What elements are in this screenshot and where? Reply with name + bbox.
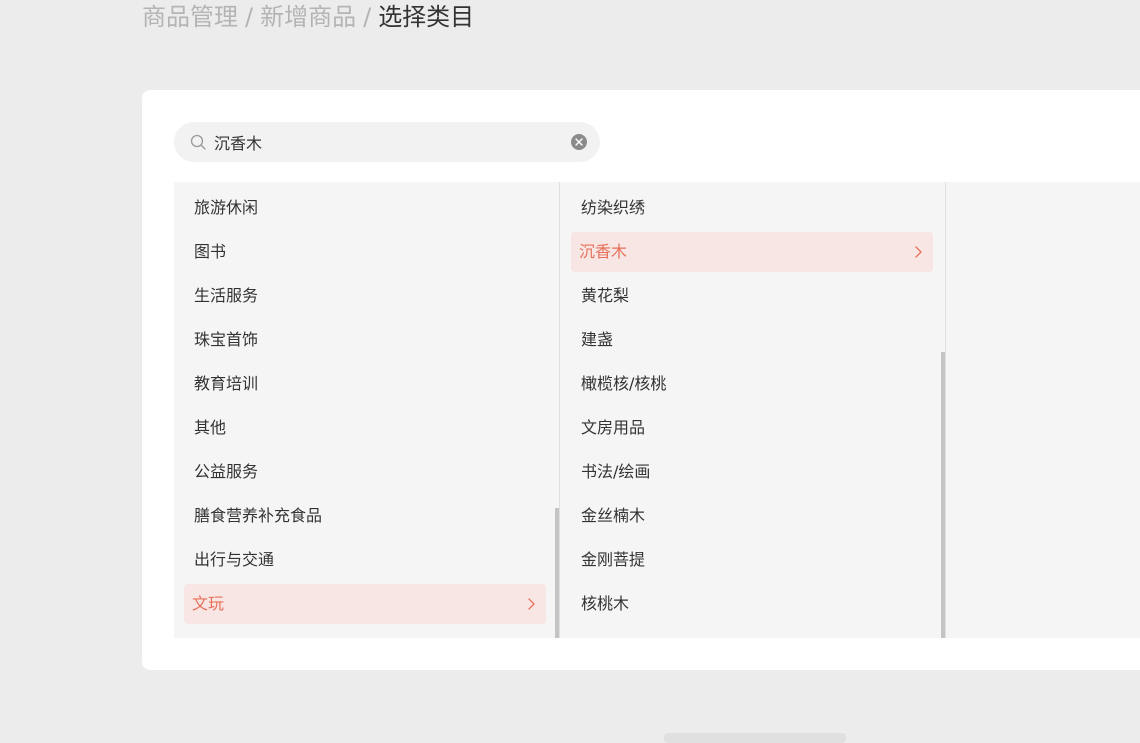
category-item[interactable]: 膳食营养补充食品	[184, 496, 546, 536]
category-selector-card: 旅游休闲 图书 生活服务 珠宝首饰 教育培训 其他 公益服务 膳食营养补充食品 …	[142, 90, 1140, 670]
category-item[interactable]: 图书	[184, 232, 546, 272]
category-item[interactable]: 书法/绘画	[571, 452, 933, 492]
category-column-level2[interactable]: 纺染织绣 沉香木 黄花梨 建盏 橄榄核/核桃 文房用品 书法/绘画 金丝楠木 金…	[561, 182, 946, 638]
category-item[interactable]: 黄花梨	[571, 276, 933, 316]
category-item[interactable]: 橄榄核/核桃	[571, 364, 933, 404]
chevron-right-icon	[915, 246, 922, 258]
breadcrumb-item-select-category: 选择类目	[378, 3, 475, 31]
category-item[interactable]: 其他	[184, 408, 546, 448]
category-item[interactable]: 生活服务	[184, 276, 546, 316]
scrollbar[interactable]	[941, 352, 945, 638]
search-box	[174, 122, 600, 162]
category-item[interactable]: 金丝楠木	[571, 496, 933, 536]
category-item[interactable]: 核桃木	[571, 584, 933, 624]
category-item[interactable]: 建盏	[571, 320, 933, 360]
category-column-level3	[947, 182, 1140, 638]
category-columns: 旅游休闲 图书 生活服务 珠宝首饰 教育培训 其他 公益服务 膳食营养补充食品 …	[174, 182, 1140, 638]
category-item[interactable]: 金刚菩提	[571, 540, 933, 580]
breadcrumb-separator: /	[245, 3, 254, 31]
category-item[interactable]: 出行与交通	[184, 540, 546, 580]
category-item-label: 文玩	[192, 594, 225, 613]
breadcrumb-separator: /	[363, 3, 372, 31]
category-item[interactable]: 纺染织绣	[571, 188, 933, 228]
category-item[interactable]: 公益服务	[184, 452, 546, 492]
category-item[interactable]: 旅游休闲	[184, 188, 546, 228]
category-item-label: 沉香木	[579, 242, 628, 261]
chevron-right-icon	[528, 598, 535, 610]
category-item[interactable]: 文房用品	[571, 408, 933, 448]
breadcrumb-item-product-management[interactable]: 商品管理	[142, 3, 238, 31]
breadcrumb-item-add-product[interactable]: 新增商品	[260, 3, 356, 31]
category-item-selected[interactable]: 沉香木	[571, 232, 933, 272]
search-icon	[190, 134, 206, 150]
clear-icon[interactable]	[571, 134, 587, 150]
category-item[interactable]: 教育培训	[184, 364, 546, 404]
category-item-selected[interactable]: 文玩	[184, 584, 546, 624]
bottom-action-bar	[664, 733, 846, 743]
search-input[interactable]	[214, 122, 554, 162]
breadcrumb: 商品管理 / 新增商品 / 选择类目	[142, 0, 474, 34]
scrollbar[interactable]	[555, 508, 559, 638]
category-item[interactable]: 珠宝首饰	[184, 320, 546, 360]
category-column-level1[interactable]: 旅游休闲 图书 生活服务 珠宝首饰 教育培训 其他 公益服务 膳食营养补充食品 …	[174, 182, 560, 638]
